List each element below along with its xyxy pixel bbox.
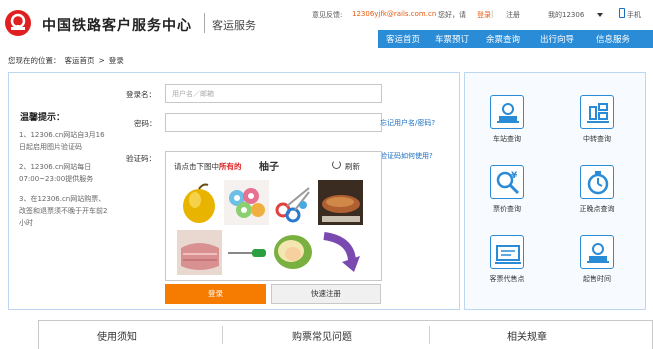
service-ticket-agent[interactable]: 客票代售点 [467,235,547,284]
breadcrumb-prefix: 您现在的位置： [8,56,61,65]
captcha-image-pomelo-halved[interactable] [271,230,316,275]
phone-icon[interactable] [619,8,625,18]
tab-regulations[interactable]: 相关规章 [507,328,547,343]
svg-text:¥: ¥ [511,171,518,181]
captcha-image-arrow[interactable] [318,230,363,275]
brand-title: 中国铁路客户服务中心 [42,18,192,34]
service-fare-query[interactable]: ¥ 票价查询 [467,165,547,214]
tab-usage-notice[interactable]: 使用须知 [97,328,137,343]
captcha-image-tape[interactable] [224,180,269,225]
ticket-agent-icon [490,235,524,269]
service-delay-query[interactable]: 正晚点查询 [557,165,637,214]
main-nav: 客运首页 车票预订 余票查询 出行向导 信息服务 [378,30,653,48]
service-transfer-query[interactable]: 中转查询 [557,95,637,144]
breadcrumb-arrow: > [98,56,105,65]
nav-item-home[interactable]: 客运首页 [386,33,420,45]
tip-item: 2、12306.cn网站每日07:00~23:00提供服务 [19,163,94,183]
service-label: 起售时间 [583,275,611,283]
brand-subtitle: 客运服务 [212,19,256,32]
service-label: 票价查询 [493,205,521,213]
service-label: 客票代售点 [489,275,525,283]
station-icon [490,95,524,129]
services-panel: 车站查询 中转查询 ¥ 票价查询 正晚点查询 客票代售点 起售时间 [464,72,646,310]
tab-faq[interactable]: 购票常见问题 [292,328,352,343]
greeting-text: 您好，请 [438,11,466,19]
password-input[interactable] [165,113,382,132]
my-12306-menu[interactable]: 我的12306 [548,10,584,20]
captcha-image-fish[interactable] [318,180,363,225]
service-station-query[interactable]: 车站查询 [467,95,547,144]
service-label: 正晚点查询 [579,205,615,213]
refresh-icon[interactable] [332,160,341,169]
captcha-refresh-button[interactable]: 刷新 [345,161,360,172]
breadcrumb-home-link[interactable]: 客运首页 [65,56,95,65]
service-label: 中转查询 [583,135,611,143]
breadcrumb: 您现在的位置： 客运首页 > 登录 [8,55,128,66]
service-label: 车站查询 [493,135,521,143]
captcha-target-word: 柚子 [259,162,279,173]
username-input[interactable]: 用户名／邮箱 [165,84,382,103]
tab-divider [222,326,223,344]
captcha-image-pomelo[interactable] [177,180,222,225]
mobile-link[interactable]: 手机 [627,10,641,20]
captcha-widget: 请点击下图中所有的 柚子 刷新 [165,151,382,281]
bottom-tabs: 使用须知 购票常见问题 相关规章 [38,320,653,349]
sale-time-icon [580,235,614,269]
header-separator: | [491,10,494,18]
login-panel: 温馨提示： 1、12306.cn网站自3月16日起启用图片验证码 2、12306… [8,72,460,310]
railway-logo-icon[interactable] [5,10,31,36]
brand-divider [204,13,205,33]
nav-item-ticket-query[interactable]: 余票查询 [486,33,520,45]
tip-item: 1、12306.cn网站自3月16日起启用图片验证码 [19,131,105,151]
captcha-image-scissors[interactable] [271,180,316,225]
captcha-image-meat[interactable] [177,230,222,275]
nav-item-travel-guide[interactable]: 出行向导 [540,33,574,45]
login-button[interactable]: 登录 [165,284,266,304]
feedback-label: 意见反馈: [312,11,343,19]
captcha-label: 验证码： [126,154,156,163]
fare-icon: ¥ [490,165,524,199]
header-login-link[interactable]: 登录 [477,10,491,20]
chevron-down-icon[interactable] [597,13,603,17]
captcha-prompt: 请点击下图中所有的 [174,162,242,171]
captcha-image-screwdriver[interactable] [224,230,269,275]
header: 中国铁路客户服务中心 客运服务 意见反馈: 12306yjfk@rails.co… [0,0,653,48]
captcha-help-link[interactable]: 验证码如何使用? [380,151,433,161]
nav-item-info-service[interactable]: 信息服务 [596,33,630,45]
header-register-link[interactable]: 注册 [506,10,520,20]
nav-item-booking[interactable]: 车票预订 [435,33,469,45]
forgot-password-link[interactable]: 忘记用户名/密码? [380,118,435,128]
clock-icon [580,165,614,199]
service-sale-time[interactable]: 起售时间 [557,235,637,284]
username-label: 登录名： [126,90,156,99]
password-label: 密码： [134,119,157,128]
breadcrumb-current: 登录 [108,56,124,65]
tab-divider [429,326,430,344]
transfer-icon [580,95,614,129]
tip-item: 3、在12306.cn网站购票、改签和退票须不晚于开车前2小时 [19,195,108,227]
quick-register-button[interactable]: 快速注册 [271,284,381,304]
feedback-email-link[interactable]: 12306yjfk@rails.com.cn [352,10,436,18]
tips-title: 温馨提示： [20,113,66,123]
